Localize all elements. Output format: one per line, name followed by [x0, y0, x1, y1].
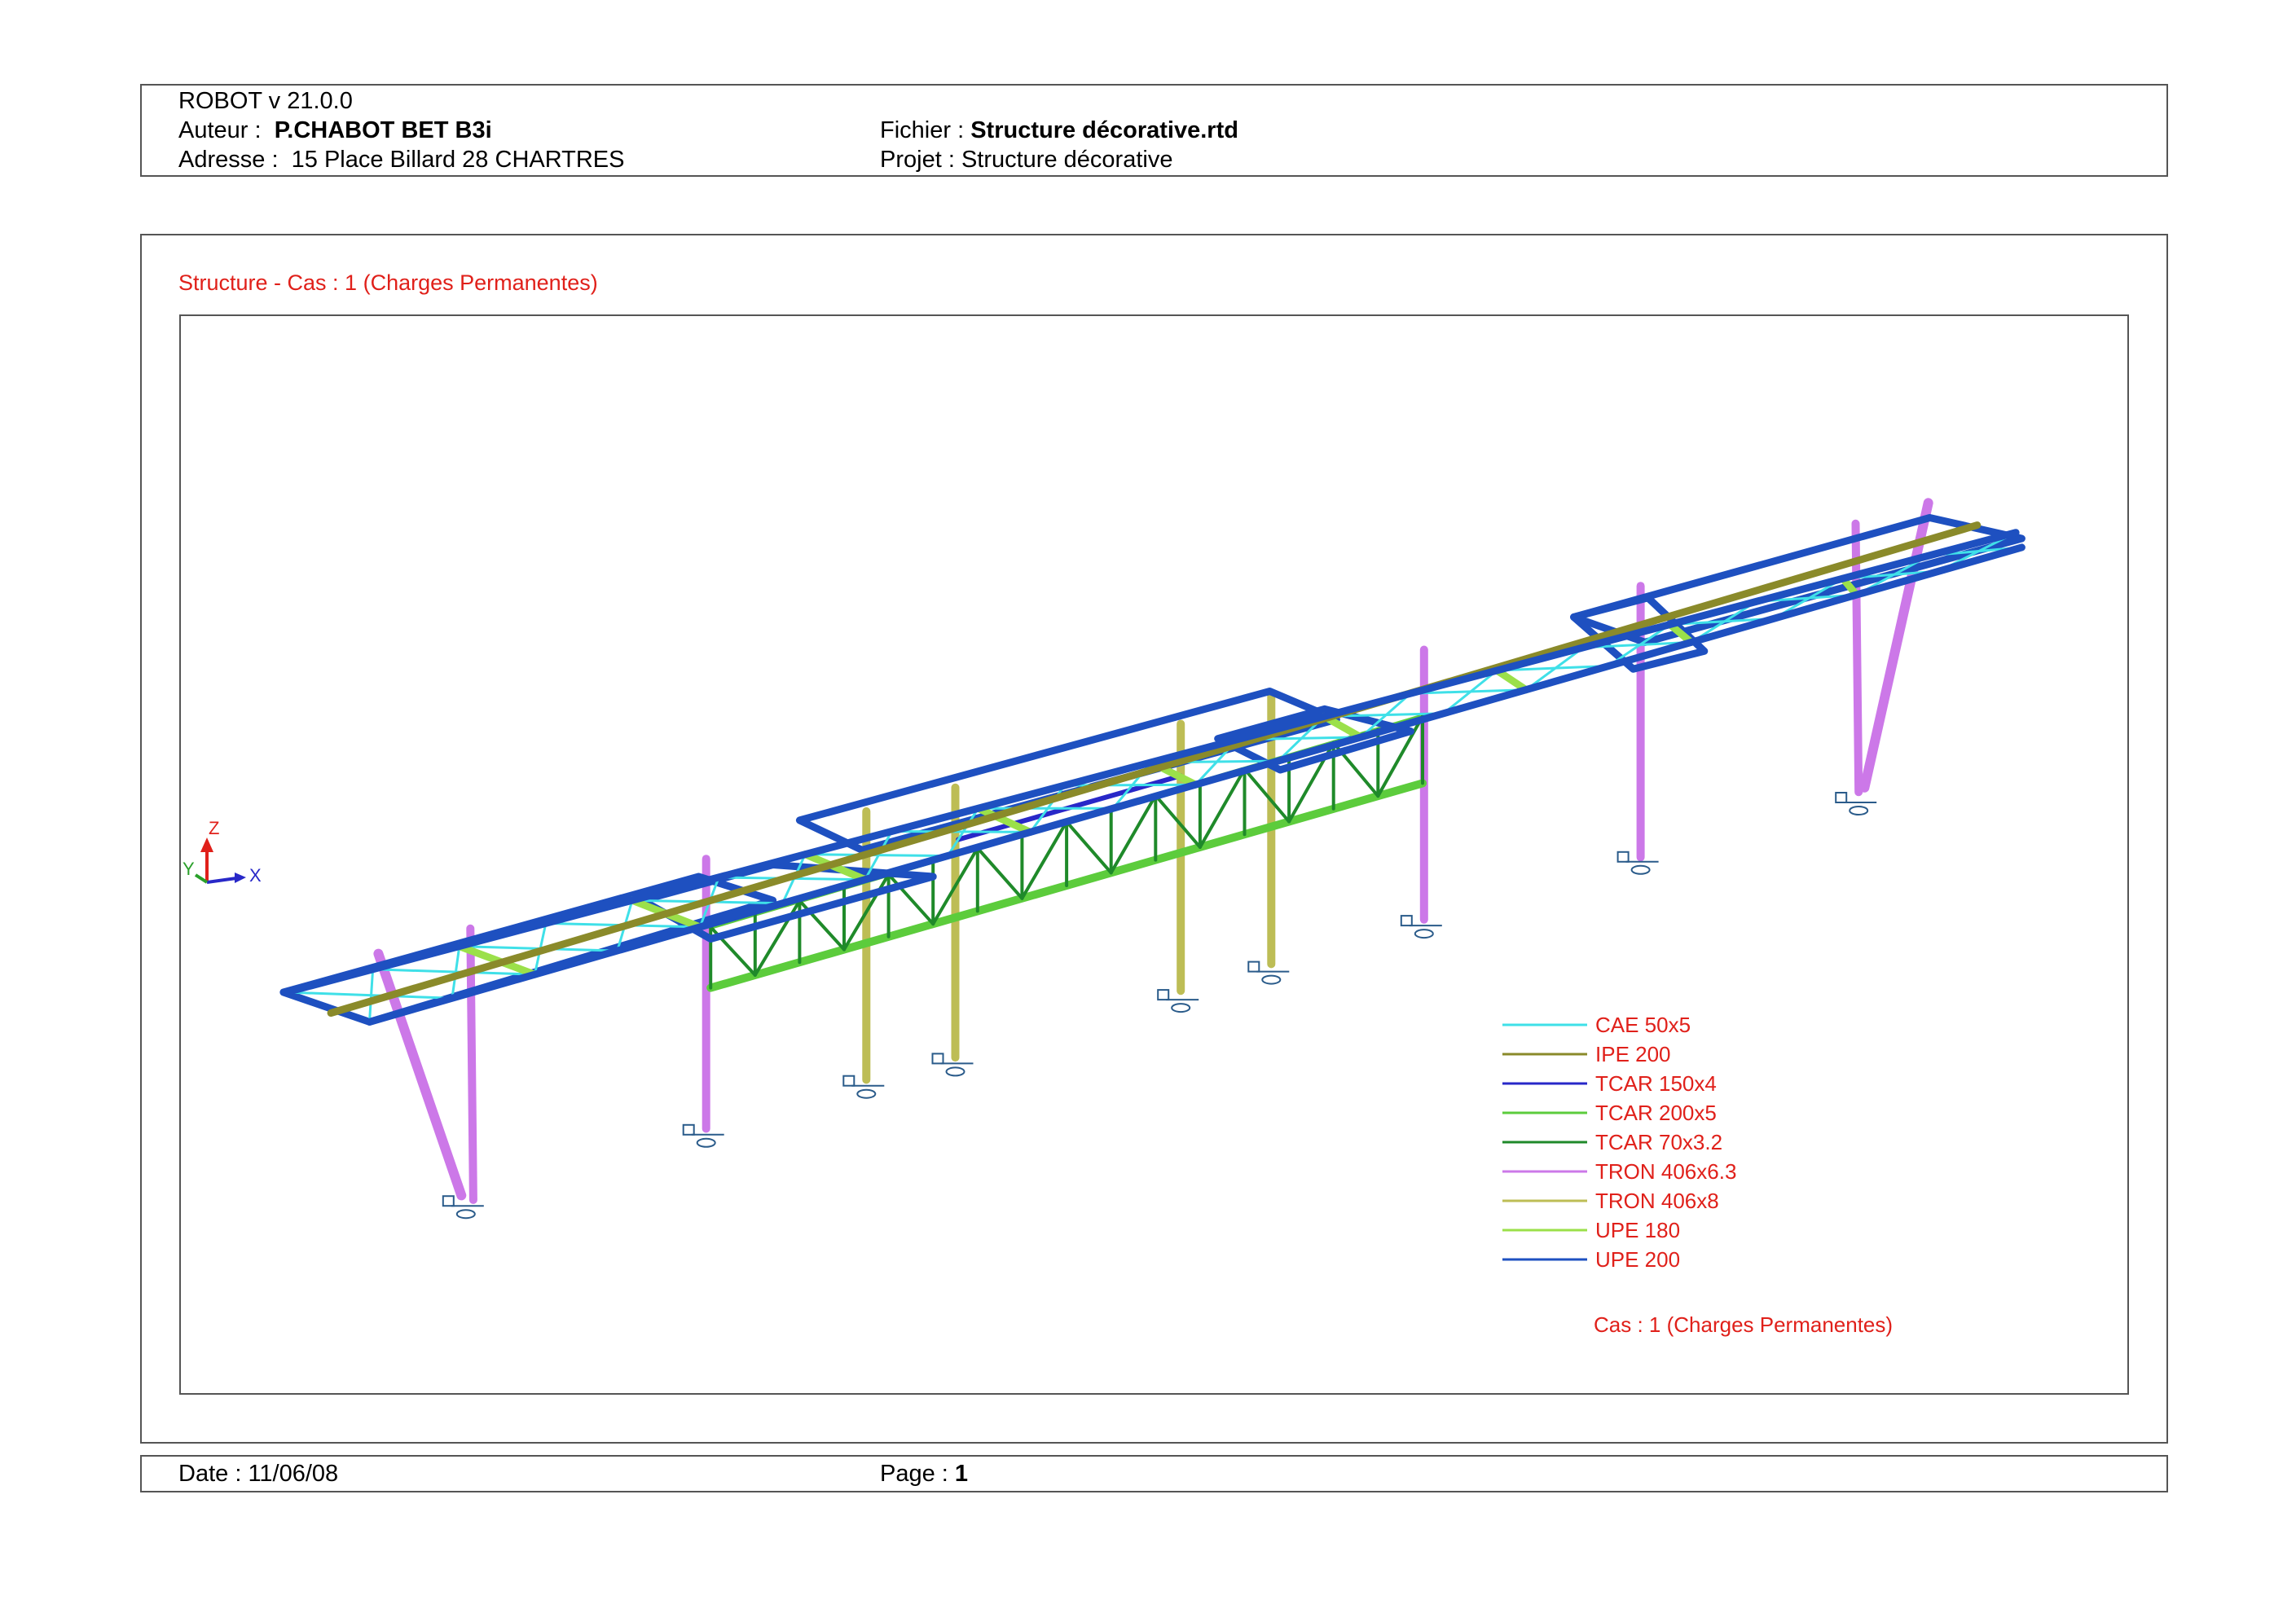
upe200-front-edge [366, 543, 2025, 1026]
page-label: Page : [880, 1461, 948, 1487]
legend-label: UPE 180 [1595, 1218, 1680, 1242]
cae-brace [890, 830, 1032, 833]
date-value: 11/06/08 [248, 1461, 339, 1487]
structure-viewport[interactable]: Z Y X CAE 50x5 IPE 200 TCAR 150x4 TCAR 200x… [179, 314, 2129, 1395]
cae-brace [368, 968, 375, 1023]
address-label: Adresse : [178, 147, 279, 173]
author-label: Auteur : [178, 117, 262, 143]
z-axis-label: Z [209, 818, 219, 838]
longitudinal-group [283, 521, 2025, 1026]
legend-label: TCAR 200x5 [1595, 1101, 1717, 1125]
truss-diagonal [1065, 820, 1113, 875]
legend-label: UPE 200 [1595, 1247, 1680, 1272]
x-axis-arrow [235, 873, 246, 883]
structure-drawing: Z Y X CAE 50x5 IPE 200 TCAR 150x4 TCAR 200x… [183, 498, 2025, 1337]
legend-label: TRON 406x8 [1595, 1189, 1719, 1213]
file-line: Fichier : Structure décorative.rtd [880, 116, 1238, 144]
axis-triad: Z Y X [183, 818, 262, 886]
file-label: Fichier : [880, 117, 965, 143]
page-line: Page : 1 [880, 1460, 968, 1488]
section-legend: CAE 50x5 IPE 200 TCAR 150x4 TCAR 200x5 TCAR … [1502, 1013, 1736, 1272]
file-value: Structure décorative.rtd [970, 117, 1238, 143]
upe180-crossbar [1493, 666, 1530, 694]
y-axis-label: Y [183, 859, 195, 879]
project-value: Structure décorative [961, 147, 1173, 173]
load-case-label: Cas : 1 (Charges Permanentes) [1594, 1312, 1893, 1337]
date-label: Date : [178, 1461, 242, 1487]
legend-label: TCAR 150x4 [1595, 1071, 1717, 1096]
ipe200-spine [327, 521, 1982, 1017]
legend-label: IPE 200 [1595, 1042, 1671, 1066]
page-value: 1 [954, 1461, 969, 1487]
project-line: Projet : Structure décorative [880, 146, 1172, 174]
date-line: Date : 11/06/08 [178, 1460, 338, 1488]
legend-label: TCAR 70x3.2 [1595, 1130, 1722, 1154]
z-axis-arrow [200, 837, 213, 852]
support-9 [1835, 792, 1877, 815]
footer-box [140, 1455, 2168, 1492]
cae-brace [285, 991, 454, 1000]
project-label: Projet : [880, 147, 955, 173]
address-value: 15 Place Billard 28 CHARTRES [291, 147, 625, 173]
legend-label: CAE 50x5 [1595, 1013, 1691, 1037]
x-axis-label: X [249, 865, 262, 886]
upe200-back-edge [283, 529, 2020, 996]
author-value: P.CHABOT BET B3i [274, 117, 492, 143]
legend-label: TRON 406x6.3 [1595, 1159, 1736, 1184]
address-line: Adresse : 15 Place Billard 28 CHARTRES [178, 146, 625, 174]
software-version: ROBOT v 21.0.0 [178, 88, 353, 114]
author-line: Auteur : P.CHABOT BET B3i [178, 116, 492, 144]
truss-diagonal [975, 846, 1024, 900]
drawing-title: Structure - Cas : 1 (Charges Permanentes… [178, 270, 598, 295]
y-axis-line [194, 873, 209, 884]
x-axis-line [206, 877, 237, 884]
truss-diagonal [1243, 767, 1291, 824]
